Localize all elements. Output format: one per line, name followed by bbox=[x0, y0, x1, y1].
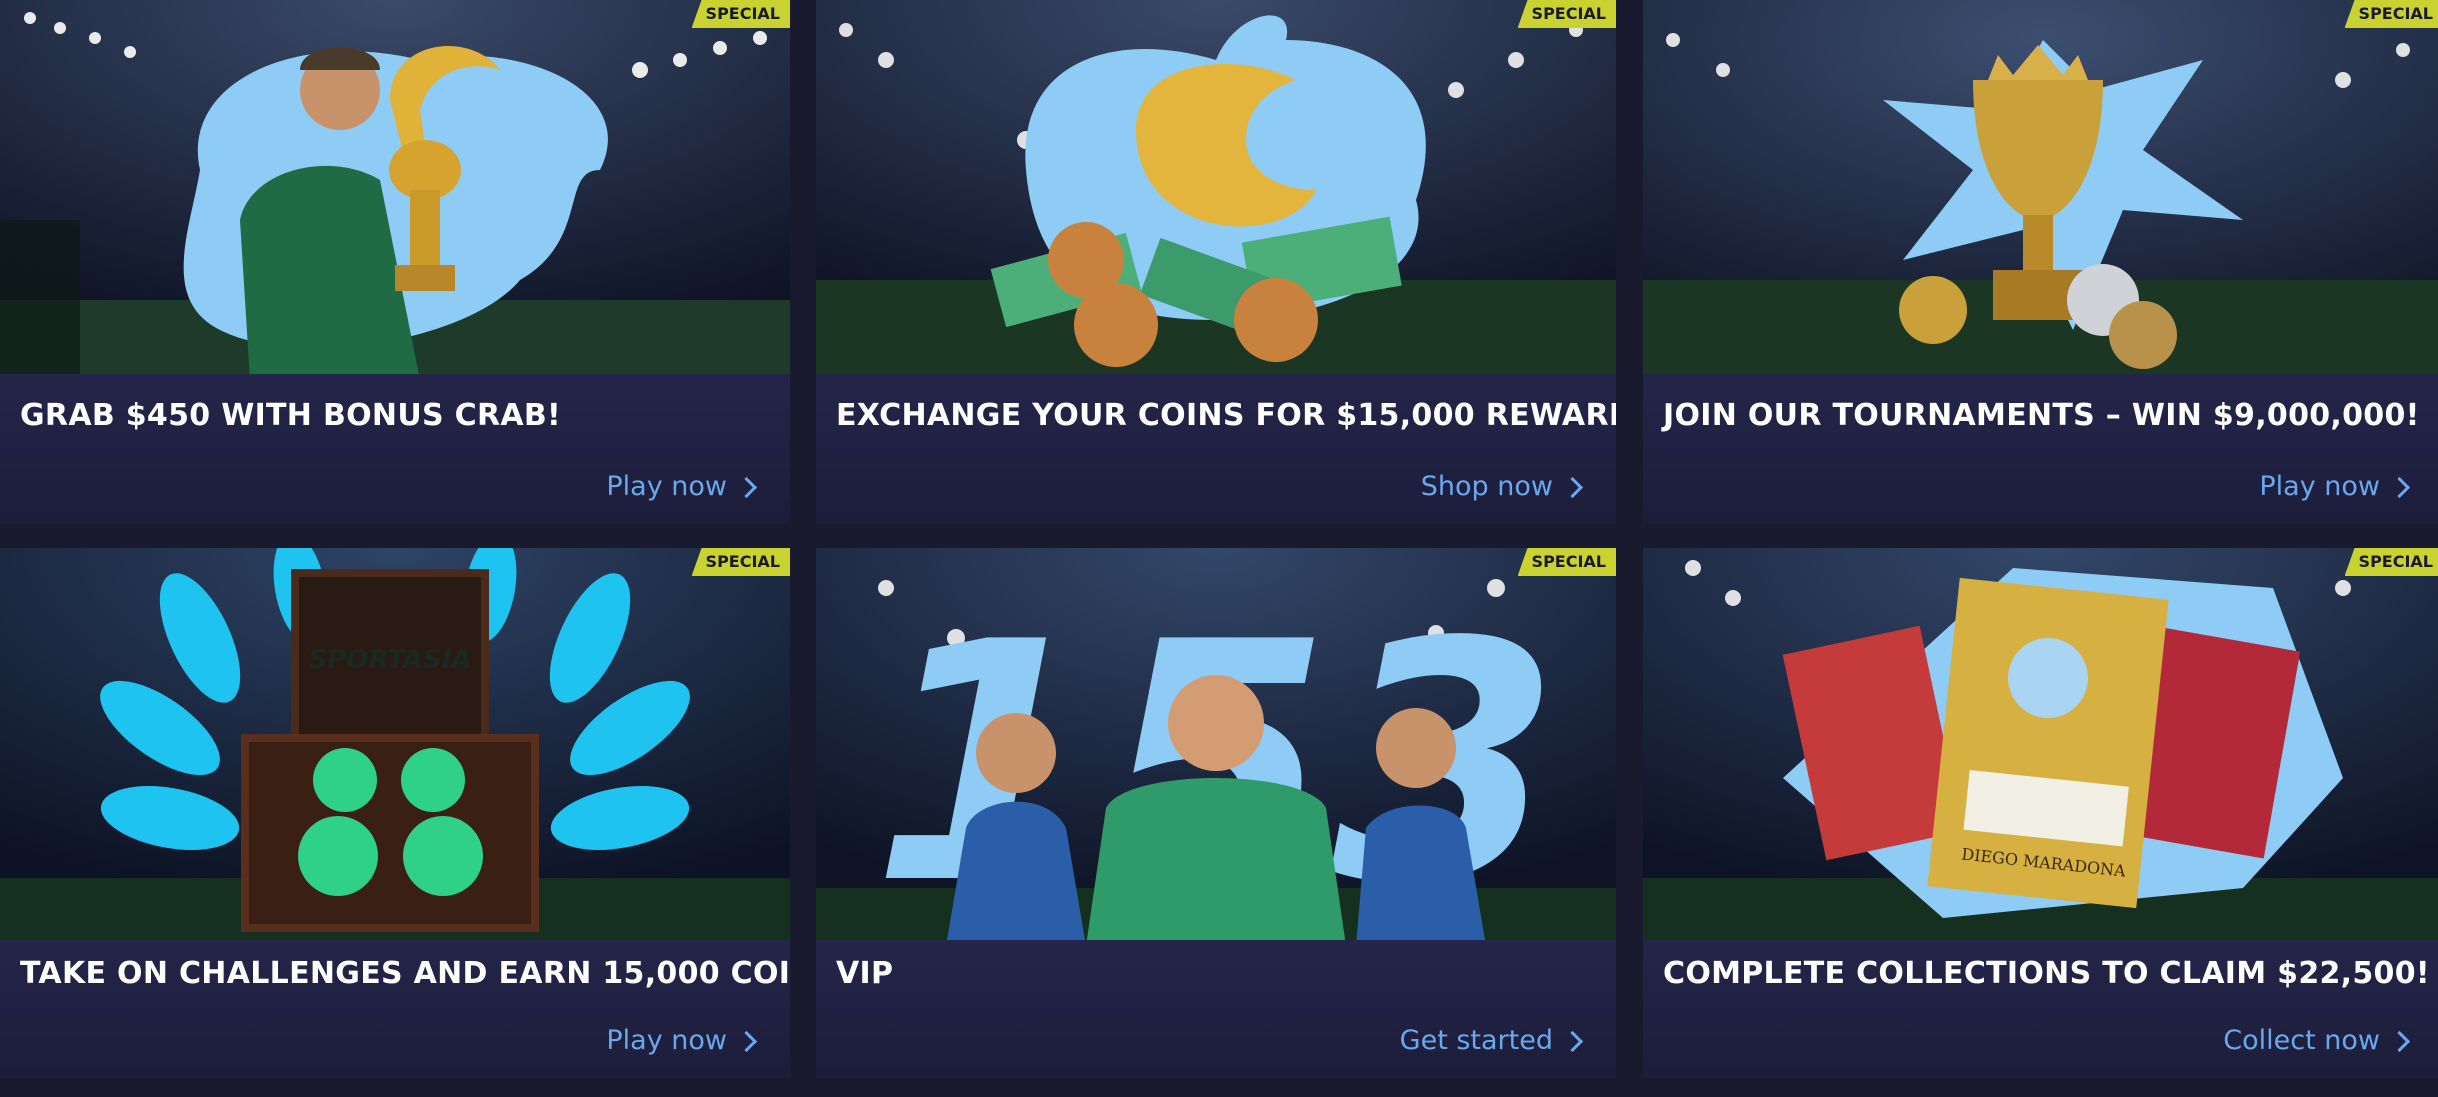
promo-panel: JOIN OUR TOURNAMENTS – WIN $9,000,000! P… bbox=[1643, 374, 2438, 524]
promo-title: COMPLETE COLLECTIONS TO CLAIM $22,500! bbox=[1663, 956, 2430, 991]
promo-card-exchange-coins[interactable]: SPECIAL EXCHANGE YOUR COINS FOR $15,000 … bbox=[816, 0, 1616, 524]
shop-now-link[interactable]: Shop now bbox=[1420, 471, 1584, 502]
promo-card-challenges[interactable]: SPORTASIA SPECIAL TAKE ON CHALLENGES AND… bbox=[0, 548, 790, 1078]
promo-image-cheering-players: 153 bbox=[816, 548, 1616, 946]
promo-image-player-cards: DIEGO MARADONA bbox=[1643, 548, 2438, 946]
special-badge: SPECIAL bbox=[2344, 548, 2438, 576]
promo-title: EXCHANGE YOUR COINS FOR $15,000 REWARDS! bbox=[836, 398, 1616, 433]
sportasia-logo: SPORTASIA bbox=[308, 645, 471, 675]
play-now-link[interactable]: Play now bbox=[2259, 471, 2411, 502]
collect-now-link[interactable]: Collect now bbox=[2223, 1025, 2411, 1056]
promo-image-trophy bbox=[1643, 0, 2438, 380]
promo-title: JOIN OUR TOURNAMENTS – WIN $9,000,000! bbox=[1663, 398, 2420, 433]
promo-card-vip[interactable]: 153 SPECIAL VIP Get started bbox=[816, 548, 1616, 1078]
chevron-right-icon bbox=[2388, 1030, 2411, 1053]
cta-label: Play now bbox=[606, 1025, 727, 1056]
chevron-right-icon bbox=[1561, 1030, 1584, 1053]
promo-card-tournaments[interactable]: SPECIAL JOIN OUR TOURNAMENTS – WIN $9,00… bbox=[1643, 0, 2438, 524]
cta-label: Collect now bbox=[2223, 1025, 2380, 1056]
promotions-grid: SPECIAL GRAB $450 WITH BONUS CRAB! Play … bbox=[0, 0, 2438, 1097]
special-badge: SPECIAL bbox=[691, 0, 790, 28]
promo-panel: GRAB $450 WITH BONUS CRAB! Play now bbox=[0, 374, 790, 524]
cta-label: Get started bbox=[1399, 1025, 1553, 1056]
promo-card-bonus-crab[interactable]: SPECIAL GRAB $450 WITH BONUS CRAB! Play … bbox=[0, 0, 790, 524]
promo-panel: EXCHANGE YOUR COINS FOR $15,000 REWARDS!… bbox=[816, 374, 1616, 524]
promo-panel: VIP Get started bbox=[816, 940, 1616, 1078]
play-now-link[interactable]: Play now bbox=[606, 471, 758, 502]
promo-title: TAKE ON CHALLENGES AND EARN 15,000 COINS… bbox=[20, 956, 790, 991]
promo-title: VIP bbox=[836, 956, 894, 991]
special-badge: SPECIAL bbox=[691, 548, 790, 576]
special-badge: SPECIAL bbox=[1517, 0, 1616, 28]
chevron-right-icon bbox=[1561, 476, 1584, 499]
chevron-right-icon bbox=[2388, 476, 2411, 499]
promo-card-collections[interactable]: DIEGO MARADONA SPECIAL COMPLETE COLLECTI… bbox=[1643, 548, 2438, 1078]
special-badge: SPECIAL bbox=[2344, 0, 2438, 28]
cta-label: Shop now bbox=[1420, 471, 1553, 502]
promo-image-coins-cash bbox=[816, 0, 1616, 380]
cta-label: Play now bbox=[606, 471, 727, 502]
special-badge: SPECIAL bbox=[1517, 548, 1616, 576]
promo-image-coin-box: SPORTASIA bbox=[0, 548, 790, 946]
promo-image-player-trophy bbox=[0, 0, 790, 380]
cta-label: Play now bbox=[2259, 471, 2380, 502]
play-now-link[interactable]: Play now bbox=[606, 1025, 758, 1056]
chevron-right-icon bbox=[735, 476, 758, 499]
promo-panel: TAKE ON CHALLENGES AND EARN 15,000 COINS… bbox=[0, 940, 790, 1078]
get-started-link[interactable]: Get started bbox=[1399, 1025, 1584, 1056]
promo-title: GRAB $450 WITH BONUS CRAB! bbox=[20, 398, 562, 433]
chevron-right-icon bbox=[735, 1030, 758, 1053]
promo-panel: COMPLETE COLLECTIONS TO CLAIM $22,500! C… bbox=[1643, 940, 2438, 1078]
